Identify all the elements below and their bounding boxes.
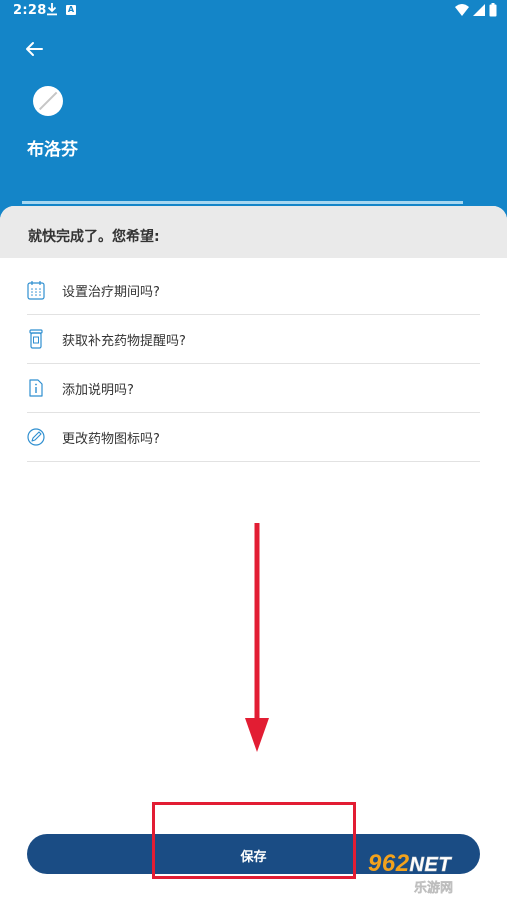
edit-icon [27, 428, 45, 446]
option-add-notes[interactable]: 添加说明吗? [27, 364, 480, 413]
watermark-sub: 乐游网 [414, 881, 454, 896]
a-badge-icon: A [66, 5, 76, 15]
screen: 2:28 A 布洛芬 就快完成了。您希望: 设置治疗期间吗? 获取补充药物提醒吗… [0, 0, 507, 901]
watermark-logo: 962NET 乐游网 [368, 850, 500, 898]
pill-bottle-icon [29, 329, 43, 349]
download-icon [47, 3, 57, 16]
signal-icon [473, 4, 485, 16]
annotation-highlight-box [152, 802, 356, 879]
option-label: 获取补充药物提醒吗? [62, 334, 186, 349]
back-button[interactable] [22, 37, 46, 61]
option-refill-reminder[interactable]: 获取补充药物提醒吗? [27, 315, 480, 364]
options-card: 就快完成了。您希望: 设置治疗期间吗? 获取补充药物提醒吗? 添加说明吗? 更改… [0, 206, 507, 901]
status-time: 2:28 [13, 3, 47, 18]
option-label: 设置治疗期间吗? [62, 285, 160, 300]
pill-icon [33, 86, 63, 116]
calendar-icon [27, 281, 45, 300]
status-bar: 2:28 A [0, 0, 507, 22]
watermark-main: 962NET [368, 850, 452, 877]
status-icons [455, 3, 497, 17]
card-title: 就快完成了。您希望: [28, 229, 160, 245]
header: 2:28 A 布洛芬 [0, 0, 507, 230]
option-label: 更改药物图标吗? [62, 432, 160, 447]
option-change-icon[interactable]: 更改药物图标吗? [27, 413, 480, 462]
battery-icon [489, 3, 497, 17]
note-info-icon [29, 379, 43, 397]
option-treatment-period[interactable]: 设置治疗期间吗? [27, 266, 480, 315]
card-header: 就快完成了。您希望: [0, 206, 507, 258]
option-label: 添加说明吗? [62, 383, 134, 398]
header-accent-line [22, 201, 463, 204]
medication-name: 布洛芬 [27, 140, 78, 160]
options-list: 设置治疗期间吗? 获取补充药物提醒吗? 添加说明吗? 更改药物图标吗? [27, 266, 480, 462]
wifi-icon [455, 4, 469, 16]
